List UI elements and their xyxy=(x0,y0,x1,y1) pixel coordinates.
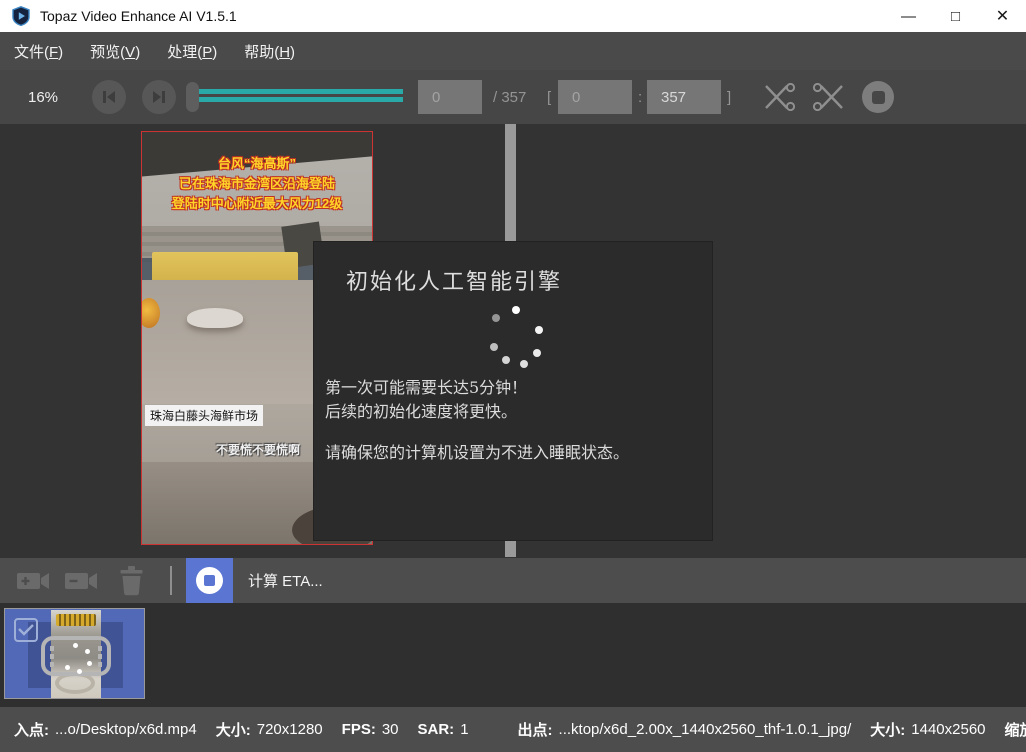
status-out-size: 大小: 1440x2560 xyxy=(870,719,985,740)
check-icon xyxy=(18,624,34,636)
remove-clip-button[interactable] xyxy=(64,568,100,594)
spinner-dot xyxy=(502,356,510,364)
thumb-spinner-dot xyxy=(65,665,70,670)
timeline-track-bottom[interactable] xyxy=(199,97,403,102)
stop-square-icon xyxy=(196,567,223,594)
dialog-line-1: 第一次可能需要长达5分钟！ xyxy=(325,376,629,400)
in-label: 入点: xyxy=(14,719,49,740)
trim-colon: : xyxy=(638,70,642,124)
in-value: ...o/Desktop/x6d.mp4 xyxy=(55,721,197,738)
eta-status: 计算 ETA... xyxy=(248,558,323,603)
headline-line-1: 台风“海高斯” xyxy=(142,154,372,174)
trim-bracket-open: [ xyxy=(547,70,551,124)
thumbnail-headline-art xyxy=(56,614,96,626)
thumb-spinner-dot xyxy=(77,669,82,674)
menu-preview[interactable]: 预览(V) xyxy=(90,41,140,62)
out-size-value: 1440x2560 xyxy=(911,721,985,738)
next-frame-button[interactable] xyxy=(142,80,176,114)
thumb-spinner-dot xyxy=(87,661,92,666)
thumb-spinner-dot xyxy=(73,643,78,648)
playback-toolbar: 16% / 357 [ : ] xyxy=(0,70,1026,124)
dialog-body: 第一次可能需要长达5分钟！ 后续的初始化速度将更快。 请确保您的计算机设置为不进… xyxy=(325,376,629,465)
menu-process[interactable]: 处理(P) xyxy=(167,41,217,62)
status-in-size: 大小: 720x1280 xyxy=(216,719,323,740)
process-bar-divider xyxy=(170,566,172,595)
menu-file[interactable]: 文件(F) xyxy=(14,41,63,62)
in-size-label: 大小: xyxy=(216,719,251,740)
out-label: 出点: xyxy=(518,719,553,740)
spinner-dot xyxy=(533,349,541,357)
trim-out-scissors-icon[interactable] xyxy=(812,83,846,111)
timeline-track-top[interactable] xyxy=(199,89,403,94)
fps-label: FPS: xyxy=(342,721,376,738)
process-bar: 计算 ETA... xyxy=(0,558,1026,603)
trim-end-input[interactable] xyxy=(647,80,721,114)
clip-checkbox[interactable] xyxy=(14,618,38,642)
spinner-dot xyxy=(490,343,498,351)
maximize-icon[interactable]: □ xyxy=(932,0,979,32)
menubar: 文件(F) 预览(V) 处理(P) 帮助(H) xyxy=(0,32,1026,70)
init-engine-dialog: 初始化人工智能引擎 第一次可能需要长达5分钟！ 后续的初始化速度将更快。 请确保… xyxy=(313,241,713,541)
sar-value: 1 xyxy=(460,721,468,738)
clip-item-selected[interactable] xyxy=(4,608,145,699)
app-logo-icon xyxy=(11,6,31,26)
status-out-point: 出点: ...ktop/x6d_2.00x_1440x2560_thf-1.0.… xyxy=(518,719,852,740)
headline-line-3: 登陆时中心附近最大风力12级 xyxy=(142,194,372,214)
spinner-dot xyxy=(535,326,543,334)
headline-line-2: 已在珠海市金湾区沿海登陆 xyxy=(142,174,372,194)
trim-in-scissors-icon[interactable] xyxy=(762,83,796,111)
skip-to-start-icon xyxy=(102,90,116,104)
statusbar: 入点: ...o/Desktop/x6d.mp4 大小: 720x1280 FP… xyxy=(0,707,1026,752)
zoom-label: 缩放: xyxy=(1005,719,1026,740)
status-fps: FPS: 30 xyxy=(342,721,399,738)
video-caption: 不要慌不要慌啊 xyxy=(216,441,300,458)
add-clip-button[interactable] xyxy=(16,568,52,594)
out-size-label: 大小: xyxy=(870,719,905,740)
window-controls: — □ ✕ xyxy=(885,0,1026,32)
video-art-submerged-car xyxy=(187,308,243,328)
spinner-dot xyxy=(520,360,528,368)
stop-processing-button[interactable] xyxy=(186,558,233,603)
clip-list xyxy=(0,603,1026,707)
prev-frame-button[interactable] xyxy=(92,80,126,114)
delete-clip-button[interactable] xyxy=(118,565,145,596)
window-title: Topaz Video Enhance AI V1.5.1 xyxy=(40,8,237,24)
spinner-dot xyxy=(512,306,520,314)
fps-value: 30 xyxy=(382,721,399,738)
status-sar: SAR: 1 xyxy=(418,721,469,738)
menu-help[interactable]: 帮助(H) xyxy=(244,41,295,62)
dialog-line-3: 请确保您的计算机设置为不进入睡眠状态。 xyxy=(325,441,629,465)
spinner-dot xyxy=(492,314,500,322)
dialog-title: 初始化人工智能引擎 xyxy=(346,264,562,296)
trim-bracket-close: ] xyxy=(727,70,731,124)
timeline-slider-handle[interactable] xyxy=(186,82,199,112)
filmstrip-icon xyxy=(40,635,112,677)
status-in-point: 入点: ...o/Desktop/x6d.mp4 xyxy=(14,719,197,740)
titlebar: Topaz Video Enhance AI V1.5.1 — □ ✕ xyxy=(0,0,1026,32)
video-overlay-headline: 台风“海高斯” 已在珠海市金湾区沿海登陆 登陆时中心附近最大风力12级 xyxy=(142,154,372,214)
dialog-line-2: 后续的初始化速度将更快。 xyxy=(325,400,629,424)
minimize-icon[interactable]: — xyxy=(885,0,932,32)
workspace: 台风“海高斯” 已在珠海市金湾区沿海登陆 登陆时中心附近最大风力12级 珠海白藤… xyxy=(0,124,1026,558)
sar-label: SAR: xyxy=(418,721,455,738)
trim-start-input[interactable] xyxy=(558,80,632,114)
current-frame-input[interactable] xyxy=(418,80,482,114)
status-zoom: 缩放: 200% xyxy=(1005,719,1026,740)
close-icon[interactable]: ✕ xyxy=(979,0,1026,32)
stop-circle-icon xyxy=(872,91,885,104)
total-frames-label: / 357 xyxy=(493,70,526,124)
video-location-label: 珠海白藤头海鲜市场 xyxy=(145,405,263,426)
stop-preview-button[interactable] xyxy=(862,81,894,113)
dialog-spacer xyxy=(325,424,629,441)
skip-to-end-icon xyxy=(152,90,166,104)
thumb-spinner-dot xyxy=(85,649,90,654)
app-window: Topaz Video Enhance AI V1.5.1 — □ ✕ 文件(F… xyxy=(0,0,1026,752)
zoom-readout: 16% xyxy=(28,70,58,124)
out-value: ...ktop/x6d_2.00x_1440x2560_thf-1.0.1_jp… xyxy=(559,721,852,738)
in-size-value: 720x1280 xyxy=(257,721,323,738)
